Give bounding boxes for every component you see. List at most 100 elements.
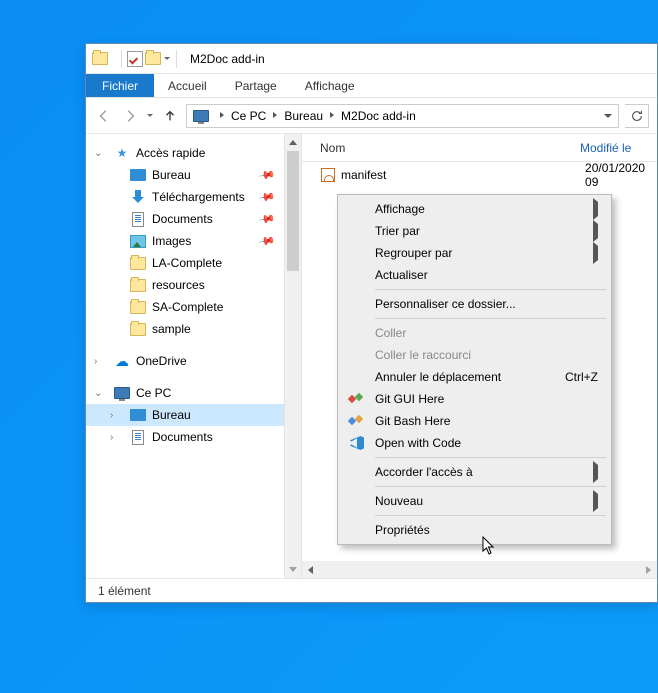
cm-properties[interactable]: Propriétés — [341, 519, 608, 541]
sidebar-item-folder[interactable]: SA-Complete — [86, 296, 284, 318]
addr-seg-pc[interactable]: Ce PC — [227, 105, 270, 127]
window-icon[interactable] — [92, 51, 108, 67]
cm-view[interactable]: Affichage — [341, 198, 608, 220]
sidebar-scrollbar[interactable] — [284, 134, 301, 578]
cm-customize[interactable]: Personnaliser ce dossier... — [341, 293, 608, 315]
cm-git-gui[interactable]: Git GUI Here — [341, 388, 608, 410]
scroll-up-icon[interactable] — [285, 134, 301, 151]
nav-up-icon[interactable] — [160, 106, 180, 126]
cm-open-code[interactable]: Open with Code — [341, 432, 608, 454]
cm-shortcut: Ctrl+Z — [565, 370, 598, 384]
desktop-icon — [130, 407, 146, 423]
sidebar-label: resources — [152, 278, 205, 292]
qat-dropdown-icon[interactable] — [163, 51, 171, 67]
qat-properties-icon[interactable] — [127, 51, 143, 67]
sidebar-quick-access[interactable]: ⌄ ★ Accès rapide — [86, 142, 284, 164]
tab-view[interactable]: Affichage — [291, 74, 369, 97]
cm-label: Personnaliser ce dossier... — [375, 297, 516, 311]
cm-separator — [375, 289, 606, 290]
sidebar-item-folder[interactable]: resources — [86, 274, 284, 296]
submenu-arrow-icon — [593, 465, 598, 479]
sidebar-item-folder[interactable]: LA-Complete — [86, 252, 284, 274]
pc-icon — [193, 110, 209, 122]
cm-new[interactable]: Nouveau — [341, 490, 608, 512]
tab-file[interactable]: Fichier — [86, 74, 154, 97]
cm-paste-shortcut: Coller le raccourci — [341, 344, 608, 366]
nav-back-icon[interactable] — [94, 106, 114, 126]
addr-seg-folder[interactable]: M2Doc add-in — [337, 105, 420, 127]
tab-home[interactable]: Accueil — [154, 74, 221, 97]
cm-sort[interactable]: Trier par — [341, 220, 608, 242]
nav-history-icon[interactable] — [146, 108, 154, 124]
context-menu: Affichage Trier par Regrouper par Actual… — [337, 194, 612, 545]
cm-label: Coller — [375, 326, 406, 340]
cm-git-bash[interactable]: Git Bash Here — [341, 410, 608, 432]
navbar: Ce PC Bureau M2Doc add-in — [86, 98, 657, 134]
cm-group[interactable]: Regrouper par — [341, 242, 608, 264]
item-count: 1 élément — [98, 584, 151, 598]
addr-root[interactable] — [189, 105, 217, 127]
col-name[interactable]: Nom — [320, 141, 580, 155]
expand-icon[interactable]: › — [110, 432, 113, 443]
sidebar-label: Bureau — [152, 408, 191, 422]
addr-separator-icon[interactable] — [327, 110, 337, 121]
submenu-arrow-icon — [593, 224, 598, 238]
scroll-down-icon[interactable] — [285, 561, 301, 578]
cm-undo[interactable]: Annuler le déplacement Ctrl+Z — [341, 366, 608, 388]
pin-icon: 📌 — [258, 188, 277, 207]
sidebar-this-pc[interactable]: ⌄Ce PC — [86, 382, 284, 404]
sidebar-label: SA-Complete — [152, 300, 223, 314]
submenu-arrow-icon — [593, 246, 598, 260]
sidebar-label: Documents — [152, 430, 213, 444]
image-icon — [130, 233, 146, 249]
addr-dropdown-icon[interactable] — [600, 114, 616, 118]
sidebar-label: Accès rapide — [136, 146, 205, 160]
col-modified[interactable]: Modifié le — [580, 141, 631, 155]
sidebar-item-downloads[interactable]: Téléchargements📌 — [86, 186, 284, 208]
nav-forward-icon[interactable] — [120, 106, 140, 126]
expand-icon[interactable]: › — [110, 410, 113, 421]
expand-icon[interactable]: › — [94, 356, 97, 367]
tab-share[interactable]: Partage — [221, 74, 291, 97]
cm-separator — [375, 486, 606, 487]
sidebar-item-documents[interactable]: Documents 📌 — [86, 208, 284, 230]
sidebar-item-images[interactable]: Images📌 — [86, 230, 284, 252]
addr-seg-desktop[interactable]: Bureau — [280, 105, 327, 127]
pin-icon: 📌 — [258, 210, 277, 229]
content-scrollbar-h[interactable] — [302, 561, 657, 578]
submenu-arrow-icon — [593, 202, 598, 216]
file-row[interactable]: manifest 20/01/2020 09 — [302, 164, 657, 186]
sidebar-label: Documents — [152, 212, 213, 226]
sidebar-onedrive[interactable]: ›☁OneDrive — [86, 350, 284, 372]
submenu-arrow-icon — [593, 494, 598, 508]
cm-paste: Coller — [341, 322, 608, 344]
refresh-button[interactable] — [625, 104, 649, 128]
collapse-icon[interactable]: ⌄ — [94, 148, 102, 159]
sidebar-item-documents[interactable]: › Documents — [86, 426, 284, 448]
collapse-icon[interactable]: ⌄ — [94, 388, 102, 399]
cm-label: Annuler le déplacement — [375, 370, 501, 384]
cm-grant-access[interactable]: Accorder l'accès à — [341, 461, 608, 483]
cm-separator — [375, 318, 606, 319]
addr-separator-icon[interactable] — [270, 110, 280, 121]
cm-refresh[interactable]: Actualiser — [341, 264, 608, 286]
scroll-right-icon[interactable] — [640, 561, 657, 578]
pin-icon: 📌 — [258, 166, 277, 185]
cm-separator — [375, 515, 606, 516]
titlebar[interactable]: M2Doc add-in — [86, 44, 657, 74]
cm-label: Nouveau — [375, 494, 423, 508]
navigation-pane[interactable]: ⌄ ★ Accès rapide Bureau 📌 Téléchargements… — [86, 134, 284, 578]
scroll-thumb[interactable] — [287, 151, 299, 271]
address-bar[interactable]: Ce PC Bureau M2Doc add-in — [186, 104, 619, 128]
sidebar-item-desktop[interactable]: › Bureau — [86, 404, 284, 426]
folder-icon — [130, 255, 146, 271]
cm-label: Affichage — [375, 202, 425, 216]
folder-icon — [130, 321, 146, 337]
sidebar-item-desktop[interactable]: Bureau 📌 — [86, 164, 284, 186]
sidebar-label: Bureau — [152, 168, 191, 182]
qat-newfolder-icon[interactable] — [145, 51, 161, 67]
addr-separator-icon[interactable] — [217, 110, 227, 121]
scroll-left-icon[interactable] — [302, 561, 319, 578]
desktop-icon — [130, 167, 146, 183]
sidebar-item-folder[interactable]: sample — [86, 318, 284, 340]
